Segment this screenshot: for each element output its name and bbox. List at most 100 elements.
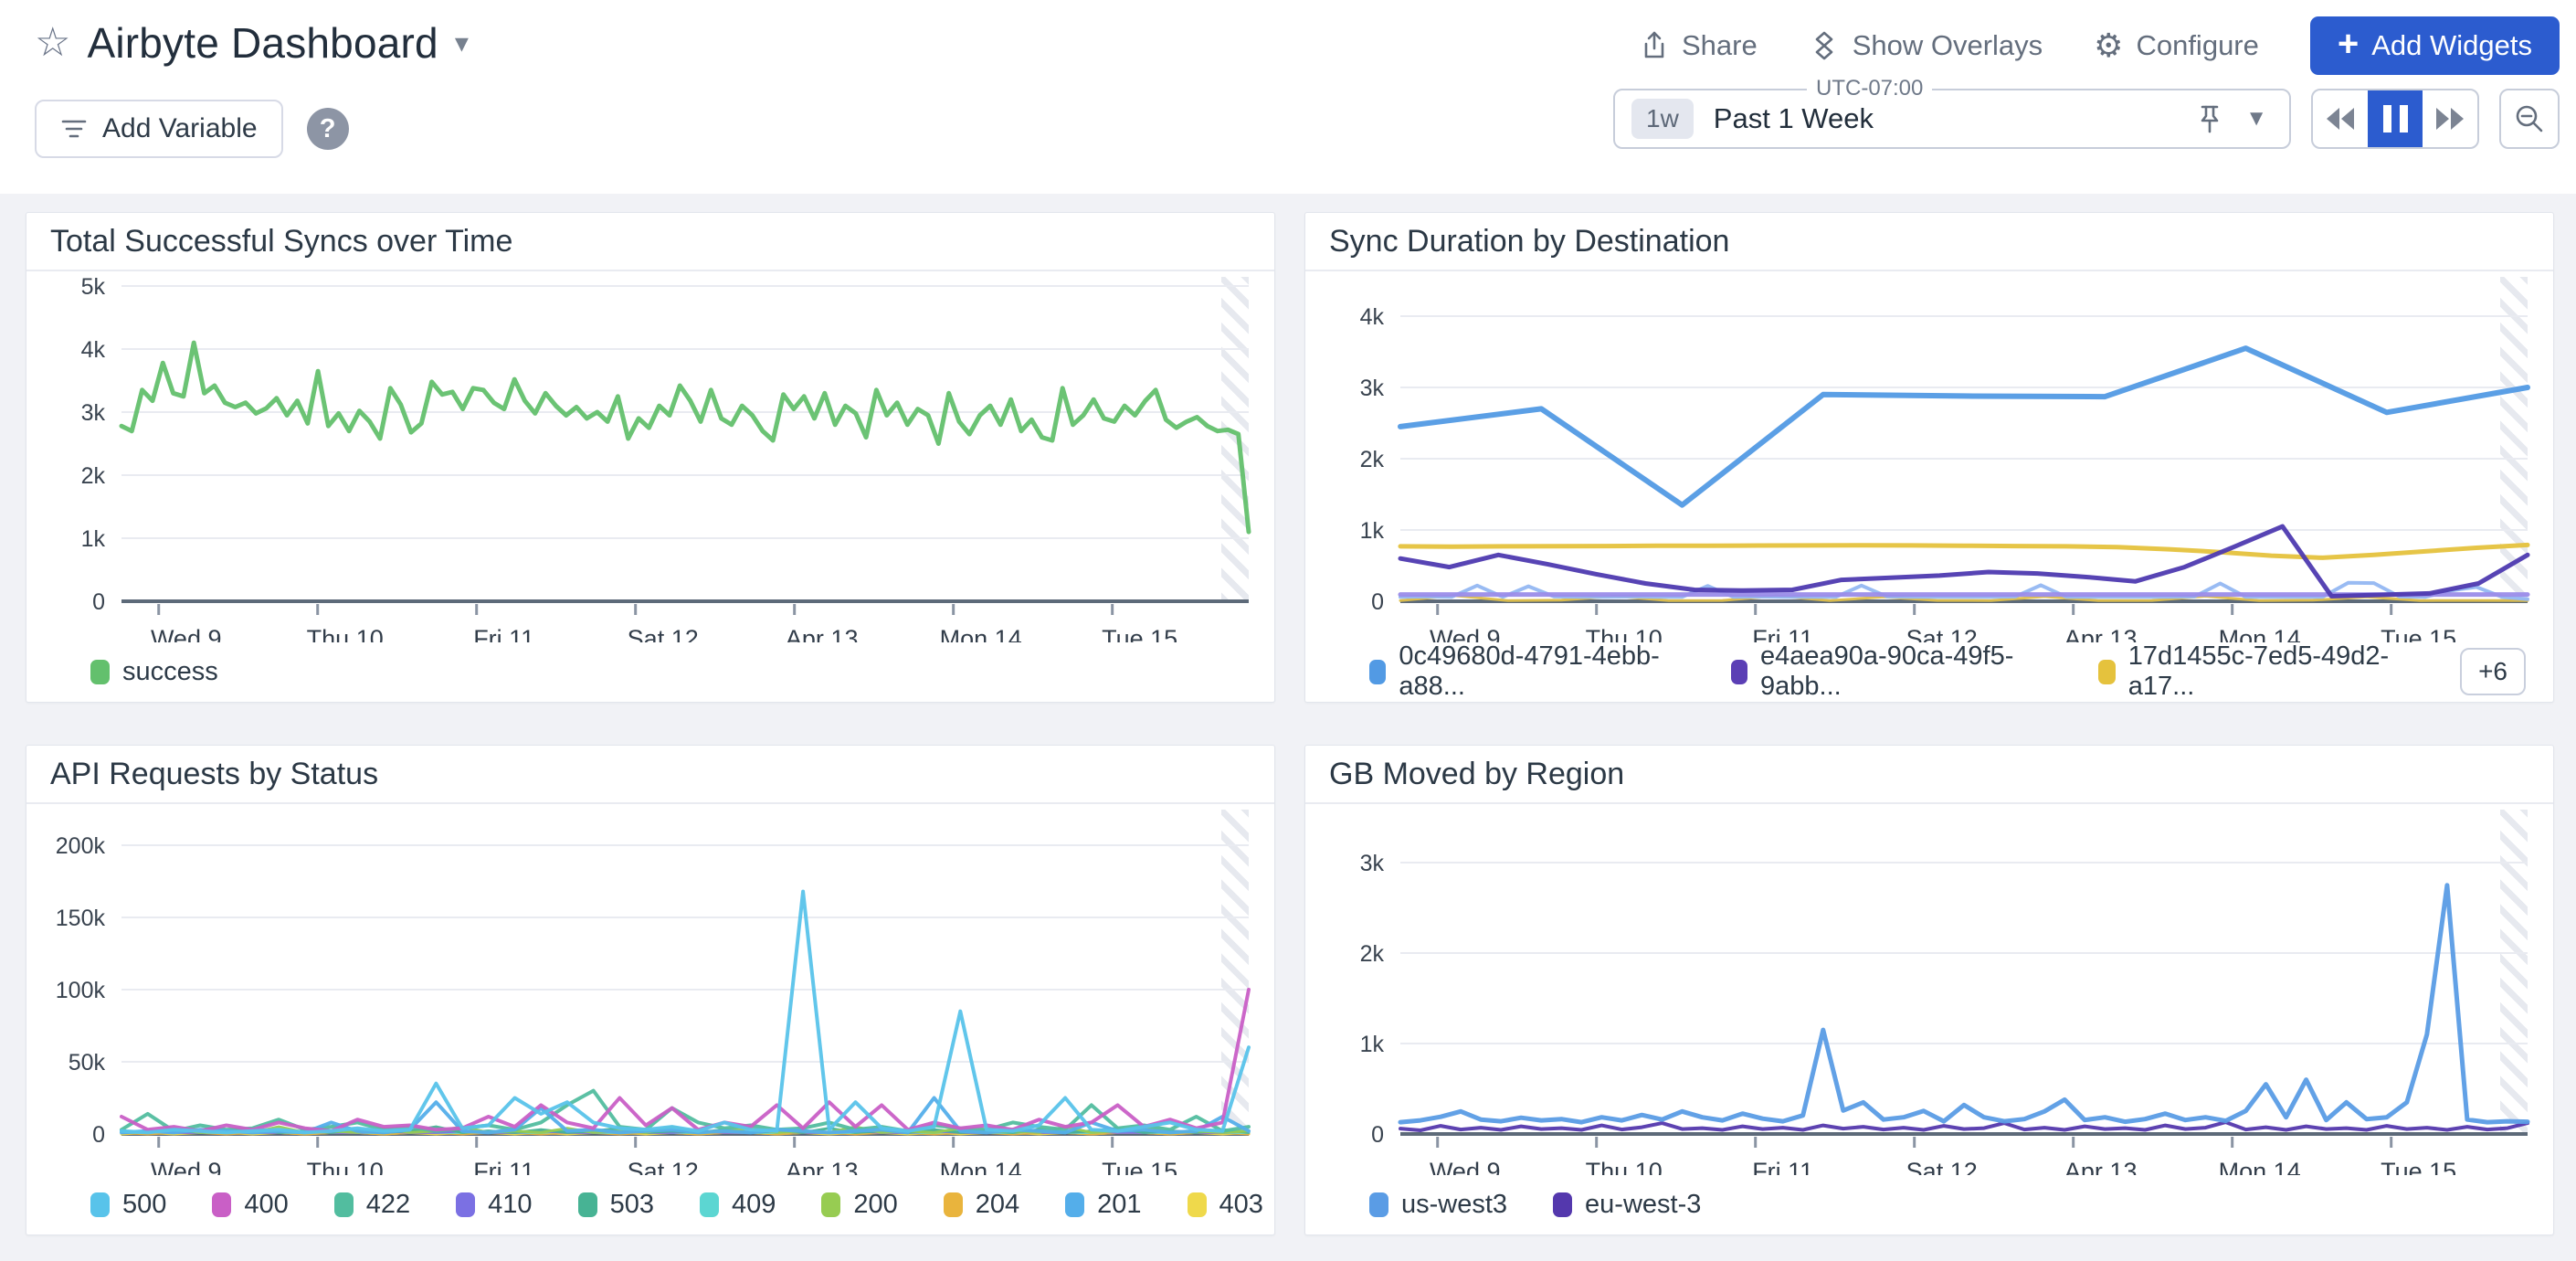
legend-label: e4aea90a-90ca-49f5-9abb... — [1760, 641, 2053, 702]
widget-title: Sync Duration by Destination — [1305, 213, 2553, 271]
svg-text:Apr 13: Apr 13 — [2064, 1158, 2138, 1175]
favorite-star-icon[interactable]: ☆ — [35, 23, 70, 63]
filter-icon — [60, 117, 88, 141]
widget-title: Total Successful Syncs over Time — [26, 213, 1274, 271]
help-icon[interactable]: ? — [307, 108, 349, 150]
chart-plot[interactable]: 3k2k1k0Wed 9Thu 10Fri 11Sat 12Apr 13Mon … — [1305, 804, 2553, 1175]
legend-item[interactable]: 409 — [700, 1190, 776, 1220]
requests-chart-svg: 200k150k100k50k0Wed 9Thu 10Fri 11Sat 12A… — [26, 804, 1276, 1175]
svg-text:Sat 12: Sat 12 — [628, 625, 699, 642]
rewind-icon — [2325, 106, 2356, 132]
fast-forward-button[interactable] — [2423, 90, 2477, 147]
svg-text:1k: 1k — [81, 526, 106, 552]
share-label: Share — [1682, 29, 1758, 62]
legend-item[interactable]: 400 — [212, 1190, 288, 1220]
legend-item[interactable]: 500 — [90, 1190, 166, 1220]
legend-item[interactable]: 503 — [578, 1190, 654, 1220]
legend-label: 17d1455c-7ed5-49d2-a17... — [2128, 641, 2414, 702]
duration-chart-svg: 4k3k2k1k0Wed 9Thu 10Fri 11Sat 12Apr 13Mo… — [1305, 271, 2555, 642]
time-controls: UTC-07:00 1w Past 1 Week ▼ — [1613, 89, 2560, 149]
chart-legend: 500400422410503409200204201403+4 — [26, 1175, 1274, 1234]
svg-text:Thu 10: Thu 10 — [1586, 1158, 1663, 1175]
legend-item[interactable]: us-west3 — [1369, 1190, 1507, 1220]
legend-label: 422 — [366, 1190, 410, 1220]
legend-color-chip — [1553, 1192, 1572, 1217]
share-icon — [1640, 30, 1669, 61]
pause-button[interactable] — [2368, 90, 2423, 147]
widget-total-successful-syncs: Total Successful Syncs over Time 5k4k3k2… — [26, 212, 1275, 703]
legend-label: 200 — [853, 1190, 897, 1220]
widget-gb-moved: GB Moved by Region 3k2k1k0Wed 9Thu 10Fri… — [1304, 745, 2554, 1235]
svg-text:Tue 15: Tue 15 — [2381, 1158, 2456, 1175]
legend-label: eu-west-3 — [1585, 1190, 1701, 1220]
svg-text:Wed 9: Wed 9 — [1430, 625, 1501, 642]
legend-label: 403 — [1219, 1190, 1263, 1220]
legend-color-chip — [944, 1192, 963, 1217]
legend-color-chip — [456, 1192, 475, 1217]
pause-icon — [2383, 105, 2408, 132]
zoom-out-button[interactable] — [2499, 89, 2560, 149]
show-overlays-label: Show Overlays — [1853, 29, 2043, 62]
pin-icon[interactable] — [2198, 103, 2222, 134]
legend-item[interactable]: 201 — [1065, 1190, 1141, 1220]
svg-text:0: 0 — [92, 1122, 105, 1148]
svg-text:Apr 13: Apr 13 — [786, 1158, 859, 1175]
widget-api-requests: API Requests by Status 200k150k100k50k0W… — [26, 745, 1275, 1235]
svg-text:Thu 10: Thu 10 — [1586, 625, 1663, 642]
page-title[interactable]: Airbyte Dashboard — [87, 18, 438, 68]
legend-color-chip — [1065, 1192, 1084, 1217]
svg-text:Sat 12: Sat 12 — [1906, 1158, 1978, 1175]
show-overlays-button[interactable]: Show Overlays — [1809, 29, 2043, 62]
legend-item[interactable]: 410 — [456, 1190, 532, 1220]
legend-item[interactable]: eu-west-3 — [1553, 1190, 1701, 1220]
overlays-icon — [1809, 30, 1840, 61]
legend-item[interactable]: 403 — [1188, 1190, 1263, 1220]
timezone-label: UTC-07:00 — [1807, 76, 1932, 101]
legend-label: success — [122, 657, 218, 687]
legend-label: 500 — [122, 1190, 166, 1220]
rewind-button[interactable] — [2313, 90, 2368, 147]
legend-color-chip — [578, 1192, 597, 1217]
chart-plot[interactable]: 200k150k100k50k0Wed 9Thu 10Fri 11Sat 12A… — [26, 804, 1274, 1175]
legend-color-chip — [90, 660, 110, 684]
chart-plot[interactable]: 5k4k3k2k1k0Wed 9Thu 10Fri 11Sat 12Apr 13… — [26, 271, 1274, 642]
time-range-label: Past 1 Week — [1714, 102, 2198, 135]
legend-label: 409 — [732, 1190, 776, 1220]
legend-overflow-button[interactable]: +6 — [2460, 648, 2526, 695]
svg-text:Fri 11: Fri 11 — [473, 1158, 534, 1175]
legend-color-chip — [1731, 660, 1747, 684]
legend-item[interactable]: success — [90, 657, 218, 687]
svg-text:0: 0 — [1371, 1122, 1384, 1148]
legend-item[interactable]: 422 — [334, 1190, 410, 1220]
add-variable-button[interactable]: Add Variable — [35, 100, 283, 158]
legend-item[interactable]: 17d1455c-7ed5-49d2-a17... — [2098, 641, 2414, 702]
svg-text:Sat 12: Sat 12 — [628, 1158, 699, 1175]
svg-text:Thu 10: Thu 10 — [307, 1158, 384, 1175]
svg-text:Mon 14: Mon 14 — [940, 1158, 1022, 1175]
share-button[interactable]: Share — [1640, 29, 1758, 62]
legend-item[interactable]: 204 — [944, 1190, 1019, 1220]
legend-item[interactable]: e4aea90a-90ca-49f5-9abb... — [1731, 641, 2053, 702]
legend-color-chip — [821, 1192, 840, 1217]
title-chevron-down-icon[interactable]: ▾ — [455, 27, 469, 59]
chart-plot[interactable]: 4k3k2k1k0Wed 9Thu 10Fri 11Sat 12Apr 13Mo… — [1305, 271, 2553, 642]
add-variable-label: Add Variable — [102, 113, 258, 144]
header-actions: Share Show Overlays ⚙ Configure + Add Wi… — [1640, 16, 2560, 75]
svg-text:4k: 4k — [81, 337, 106, 363]
legend-item[interactable]: 200 — [821, 1190, 897, 1220]
time-caret-down-icon[interactable]: ▼ — [2245, 106, 2267, 132]
time-preset-chip[interactable]: 1w — [1631, 99, 1694, 139]
configure-button[interactable]: ⚙ Configure — [2094, 29, 2259, 62]
time-scrub-group — [2311, 89, 2479, 149]
gb-moved-chart-svg: 3k2k1k0Wed 9Thu 10Fri 11Sat 12Apr 13Mon … — [1305, 804, 2555, 1175]
svg-text:Fri 11: Fri 11 — [473, 625, 534, 642]
legend-color-chip — [2098, 660, 2115, 684]
add-widgets-button[interactable]: + Add Widgets — [2310, 16, 2560, 75]
time-range-picker[interactable]: UTC-07:00 1w Past 1 Week ▼ — [1613, 89, 2291, 149]
legend-label: 400 — [244, 1190, 288, 1220]
svg-text:3k: 3k — [81, 400, 106, 426]
svg-text:Mon 14: Mon 14 — [2219, 1158, 2301, 1175]
legend-item[interactable]: 0c49680d-4791-4ebb-a88... — [1369, 641, 1685, 702]
svg-text:3k: 3k — [1360, 376, 1385, 401]
configure-label: Configure — [2136, 29, 2258, 62]
